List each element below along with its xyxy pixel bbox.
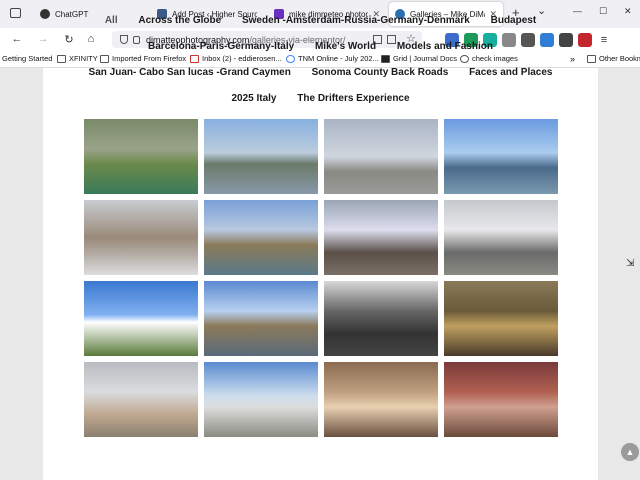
- gallery-thumbnail[interactable]: [84, 119, 198, 194]
- filter-all[interactable]: All: [105, 8, 118, 34]
- gallery-thumbnail[interactable]: [324, 362, 438, 437]
- gallery-thumbnail[interactable]: [204, 362, 318, 437]
- gallery-thumbnail[interactable]: [444, 281, 558, 356]
- gallery-thumbnail[interactable]: [324, 281, 438, 356]
- filter-2025-italy[interactable]: 2025 Italy: [231, 86, 276, 112]
- tab-overview-icon[interactable]: [10, 8, 21, 18]
- gallery-grid: [84, 119, 558, 437]
- filter-san-juan[interactable]: San Juan- Cabo San lucas -Grand Caymen: [89, 60, 291, 86]
- filter-faces-places[interactable]: Faces and Places: [469, 60, 552, 86]
- filter-across-the-globe[interactable]: Across the Globe: [138, 8, 221, 34]
- close-window-button[interactable]: ✕: [624, 6, 632, 17]
- filter-models-fashion[interactable]: Models and Fashion: [397, 34, 493, 60]
- gallery-thumbnail[interactable]: [324, 200, 438, 275]
- gallery-thumbnail[interactable]: [444, 362, 558, 437]
- mouse-cursor-icon: ⇲: [626, 258, 635, 269]
- browser-window: { "tabs":[ {"label":"ChatGPT","color":"#…: [0, 0, 640, 480]
- filter-mikes-world[interactable]: Mike's World: [315, 34, 376, 60]
- back-button[interactable]: ←: [8, 30, 26, 48]
- gallery-thumbnail[interactable]: [84, 281, 198, 356]
- gallery-filter-bar: All Across the Globe Sweden -Amsterdam-R…: [43, 8, 598, 112]
- filter-budapest[interactable]: Budapest: [491, 8, 537, 34]
- gallery-thumbnail[interactable]: [84, 200, 198, 275]
- filter-drifters[interactable]: The Drifters Experience: [297, 86, 409, 112]
- gallery-thumbnail[interactable]: [444, 200, 558, 275]
- bookmark-label: Other Bookm: [599, 54, 640, 63]
- gallery-thumbnail[interactable]: [324, 119, 438, 194]
- maximize-button[interactable]: ☐: [599, 6, 607, 17]
- menu-icon[interactable]: ≡: [597, 33, 611, 47]
- gallery-thumbnail[interactable]: [84, 362, 198, 437]
- gallery-thumbnail[interactable]: [204, 200, 318, 275]
- filter-barcelona-paris[interactable]: Barcelona-Paris-Germany-Italy: [148, 34, 294, 60]
- filter-sweden-amsterdam[interactable]: Sweden -Amsterdam-Russia-Germany-Denmark: [242, 8, 470, 34]
- gallery-thumbnail[interactable]: [204, 119, 318, 194]
- filter-sonoma[interactable]: Sonoma County Back Roads: [312, 60, 449, 86]
- scroll-to-top-button[interactable]: ▲: [621, 443, 639, 461]
- gallery-thumbnail[interactable]: [444, 119, 558, 194]
- gallery-thumbnail[interactable]: [204, 281, 318, 356]
